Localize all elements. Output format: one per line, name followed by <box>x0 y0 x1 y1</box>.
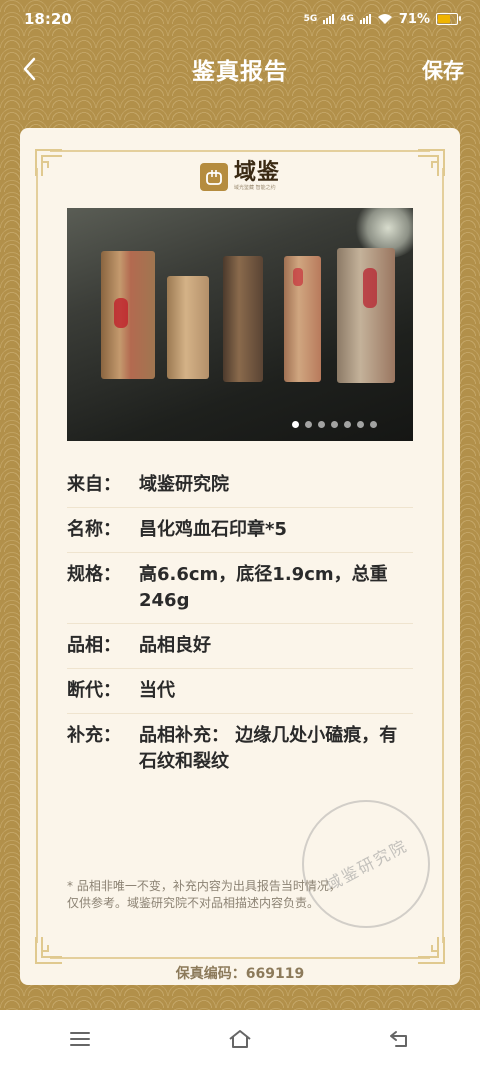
wifi-icon <box>377 14 392 24</box>
spec-value: 高6.6cm，底径1.9cm，总重246g <box>139 564 388 611</box>
gallery-pagination <box>292 421 377 428</box>
name-value: 昌化鸡血石印章*5 <box>139 519 287 540</box>
battery-percent: 71% <box>398 11 430 27</box>
frame-right <box>442 168 444 943</box>
chevron-left-icon <box>23 57 36 81</box>
corner-ornament-tr <box>418 149 445 176</box>
back-button[interactable] <box>18 54 44 84</box>
report-info: 来自： 域鉴研究院 名称： 昌化鸡血石印章*5 规格： 高6.6cm，底径1.9… <box>67 463 413 784</box>
source-label: 来自： <box>67 474 121 495</box>
info-row-era: 断代： 当代 <box>67 669 413 714</box>
menu-icon <box>70 1031 90 1046</box>
save-button[interactable]: 保存 <box>422 55 464 85</box>
back-arrow-icon <box>390 1030 407 1047</box>
network-4g-label: 4G <box>340 13 354 24</box>
frame-top <box>50 150 430 152</box>
seal-stone-1 <box>101 251 155 379</box>
spec-label: 规格： <box>67 564 121 585</box>
name-label: 名称： <box>67 519 121 540</box>
status-bar: 18:20 5G 4G 71% <box>0 0 480 38</box>
gallery-dot-6[interactable] <box>357 421 364 428</box>
condition-label: 品相： <box>67 635 121 656</box>
era-label: 断代： <box>67 680 121 701</box>
source-value: 域鉴研究院 <box>139 474 229 495</box>
gallery-dot-3[interactable] <box>318 421 325 428</box>
product-photo[interactable] <box>67 208 413 441</box>
gallery-dot-5[interactable] <box>344 421 351 428</box>
supplement-value: 品相补充： 边缘几处小磕痕，有石纹和裂纹 <box>139 725 398 772</box>
supplement-label: 补充： <box>67 725 121 746</box>
brand-name: 域鉴 <box>234 160 281 185</box>
signal-icon-2 <box>359 14 371 24</box>
brand-logo: 域鉴 域光鉴藏 智能之约 <box>200 162 280 192</box>
network-5g-label: 5G <box>303 13 318 24</box>
info-row-spec: 规格： 高6.6cm，底径1.9cm，总重246g <box>67 553 413 624</box>
back-system-button[interactable] <box>380 1019 420 1059</box>
report-card: 域鉴 域光鉴藏 智能之约 来自： 域鉴研究院 名称： 昌化鸡血石印章*5 规格：… <box>20 128 460 985</box>
system-nav-bar <box>0 1010 480 1067</box>
serial-number: 保真编码：669119 <box>175 966 305 982</box>
frame-bottom <box>50 957 430 959</box>
home-icon <box>229 1029 251 1048</box>
logo-mark-icon <box>200 163 228 191</box>
info-row-name: 名称： 昌化鸡血石印章*5 <box>67 508 413 553</box>
nav-bar: 鉴真报告 保存 <box>0 38 480 100</box>
info-row-source: 来自： 域鉴研究院 <box>67 463 413 508</box>
corner-ornament-br <box>418 937 445 964</box>
battery-icon <box>436 13 461 25</box>
corner-ornament-bl <box>35 937 62 964</box>
info-row-supplement: 补充： 品相补充： 边缘几处小磕痕，有石纹和裂纹 <box>67 714 413 784</box>
seal-stone-2 <box>167 276 209 379</box>
page-title: 鉴真报告 <box>192 59 288 85</box>
info-row-condition: 品相： 品相良好 <box>67 624 413 669</box>
seal-stone-3 <box>223 256 263 382</box>
stamp-text: 域鉴研究院 <box>322 835 411 895</box>
status-time: 18:20 <box>24 10 72 28</box>
gallery-dot-4[interactable] <box>331 421 338 428</box>
disclaimer-note: * 品相非唯一不变，补充内容为出具报告当时情况， 仅供参考。域鉴研究院不对品相描… <box>67 879 341 910</box>
condition-value: 品相良好 <box>139 635 211 656</box>
gallery-dot-7[interactable] <box>370 421 377 428</box>
corner-ornament-tl <box>35 149 62 176</box>
gallery-dot-1[interactable] <box>292 421 299 428</box>
era-value: 当代 <box>139 680 175 701</box>
status-indicators: 5G 4G 71% <box>303 11 461 27</box>
gallery-dot-2[interactable] <box>305 421 312 428</box>
frame-left <box>36 168 38 943</box>
menu-button[interactable] <box>60 1019 100 1059</box>
brand-tagline: 域光鉴藏 智能之约 <box>234 185 276 191</box>
signal-icon <box>323 14 335 24</box>
home-button[interactable] <box>220 1019 260 1059</box>
